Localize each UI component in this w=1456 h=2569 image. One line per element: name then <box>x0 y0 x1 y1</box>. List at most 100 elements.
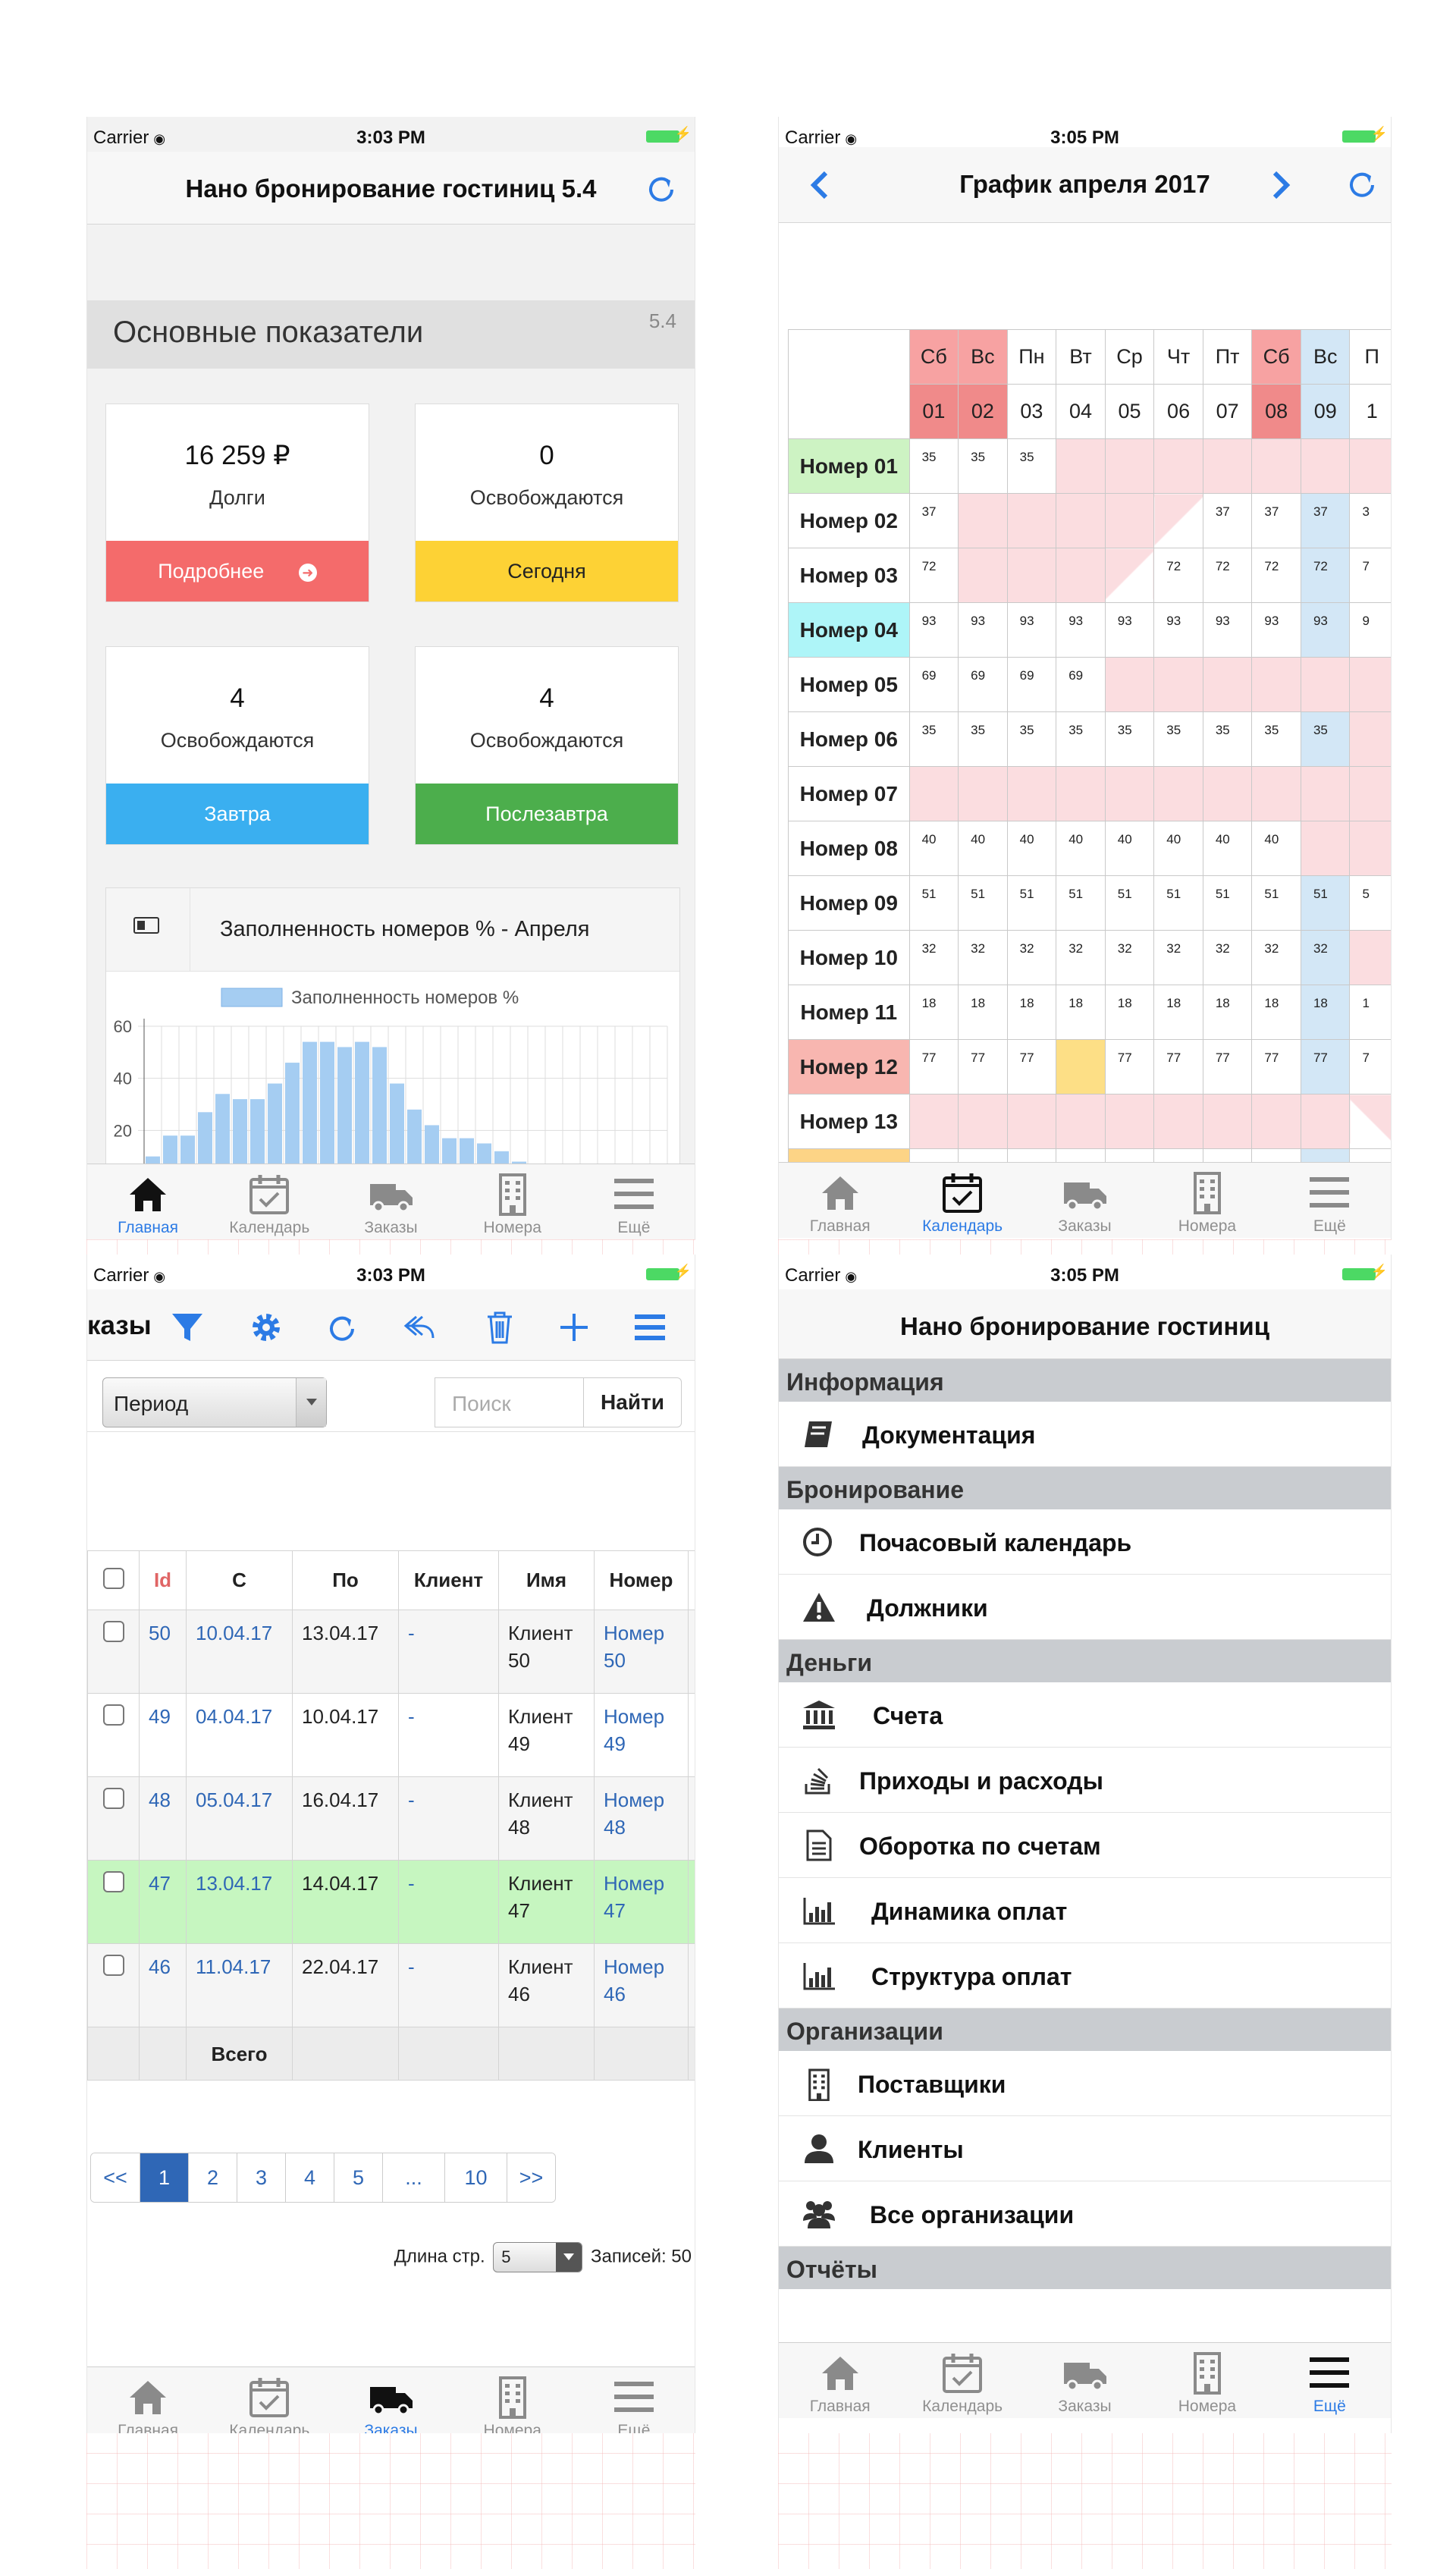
next-month-icon[interactable] <box>1266 170 1296 200</box>
booking-cell[interactable] <box>1349 438 1391 494</box>
column-header-to[interactable]: По <box>292 1550 399 1610</box>
menu-item[interactable]: Динамика оплат <box>779 1878 1391 1943</box>
booking-cell[interactable]: 35 <box>1300 711 1351 767</box>
after-tomorrow-button[interactable]: Послезавтра <box>416 784 678 844</box>
tab-calendar[interactable]: Календарь <box>209 1164 330 1239</box>
room-label[interactable]: Номер 09 <box>788 875 910 931</box>
gear-icon[interactable] <box>248 1309 284 1346</box>
menu-item[interactable]: Счета <box>779 1682 1391 1748</box>
booking-cell[interactable]: 77 <box>958 1039 1008 1094</box>
room-label[interactable]: Номер 10 <box>788 930 910 985</box>
room-link[interactable]: Номер 46 <box>594 1943 689 2027</box>
booking-cell[interactable]: 51 <box>1202 875 1253 931</box>
booking-cell[interactable] <box>1056 766 1106 821</box>
booking-cell[interactable]: 18 <box>1104 985 1155 1040</box>
booking-cell[interactable]: 93 <box>908 602 959 658</box>
menu-item[interactable]: Клиенты <box>779 2116 1391 2181</box>
booking-cell[interactable] <box>1104 766 1155 821</box>
room-label[interactable]: Номер 01 <box>788 438 910 494</box>
find-button[interactable]: Найти <box>583 1377 682 1427</box>
booking-cell[interactable] <box>1349 711 1391 767</box>
booking-cell[interactable]: 51 <box>1300 875 1351 931</box>
booking-cell[interactable]: 72 <box>1251 548 1301 603</box>
booking-cell[interactable] <box>1300 657 1351 712</box>
booking-cell[interactable]: 40 <box>1153 821 1203 876</box>
page-button[interactable]: 2 <box>188 2153 237 2202</box>
booking-cell[interactable] <box>1202 1094 1253 1149</box>
booking-cell[interactable]: 51 <box>1104 875 1155 931</box>
booking-cell[interactable] <box>1104 493 1155 548</box>
booking-cell[interactable]: 18 <box>1056 985 1106 1040</box>
booking-cell[interactable]: 51 <box>1056 875 1106 931</box>
tab-home[interactable]: Главная <box>87 2367 209 2433</box>
booking-cell[interactable] <box>1300 438 1351 494</box>
booking-cell[interactable] <box>1202 657 1253 712</box>
booking-cell[interactable] <box>1251 438 1301 494</box>
date-from-link[interactable]: 05.04.17 <box>186 1776 293 1861</box>
booking-cell[interactable]: 93 <box>1251 602 1301 658</box>
select-all-checkbox[interactable] <box>102 1568 124 1589</box>
booking-cell[interactable] <box>1006 1094 1057 1149</box>
add-icon[interactable] <box>556 1309 592 1346</box>
tab-home[interactable]: Главная <box>779 2343 901 2418</box>
menu-icon[interactable] <box>632 1309 668 1346</box>
refresh-icon[interactable] <box>324 1309 360 1346</box>
booking-cell[interactable] <box>1202 438 1253 494</box>
booking-cell[interactable]: 69 <box>958 657 1008 712</box>
booking-cell[interactable]: 40 <box>1056 821 1106 876</box>
booking-cell[interactable]: 32 <box>1056 930 1106 985</box>
date-from-link[interactable]: 04.04.17 <box>186 1693 293 1777</box>
booking-cell[interactable] <box>908 766 959 821</box>
booking-cell[interactable]: 35 <box>1251 711 1301 767</box>
room-label[interactable]: Номер 13 <box>788 1094 910 1149</box>
date-from-link[interactable]: 13.04.17 <box>186 1860 293 1944</box>
menu-item[interactable]: Структура оплат <box>779 1943 1391 2008</box>
order-id-link[interactable]: 49 <box>139 1693 187 1777</box>
booking-cell[interactable]: 35 <box>958 711 1008 767</box>
order-id-link[interactable]: 47 <box>139 1860 187 1944</box>
row-checkbox[interactable] <box>102 1621 124 1642</box>
booking-cell[interactable]: 51 <box>908 875 959 931</box>
booking-cell[interactable] <box>1056 438 1106 494</box>
booking-cell[interactable] <box>1202 766 1253 821</box>
booking-cell[interactable]: 93 <box>1202 602 1253 658</box>
booking-cell[interactable]: 93 <box>1056 602 1106 658</box>
undo-icon[interactable] <box>401 1309 438 1346</box>
menu-item[interactable]: Оборотка по счетам <box>779 1813 1391 1878</box>
date-from-link[interactable]: 11.04.17 <box>186 1943 293 2027</box>
booking-cell[interactable]: 32 <box>908 930 959 985</box>
booking-cell[interactable] <box>1300 821 1351 876</box>
booking-cell[interactable] <box>1349 930 1391 985</box>
booking-cell[interactable]: 93 <box>958 602 1008 658</box>
booking-cell[interactable] <box>958 1094 1008 1149</box>
page-button[interactable]: 1 <box>140 2153 188 2202</box>
tab-calendar[interactable]: Календарь <box>209 2367 330 2433</box>
refresh-icon[interactable] <box>643 170 679 206</box>
booking-cell[interactable]: 35 <box>958 438 1008 494</box>
tab-home[interactable]: Главная <box>87 1164 209 1239</box>
booking-cell[interactable]: 77 <box>908 1039 959 1094</box>
booking-cell[interactable] <box>1153 438 1203 494</box>
booking-cell[interactable]: 32 <box>1006 930 1057 985</box>
booking-cell[interactable]: 35 <box>1104 711 1155 767</box>
menu-item[interactable]: Приходы и расходы <box>779 1748 1391 1813</box>
booking-cell[interactable]: 35 <box>1006 438 1057 494</box>
column-header-client[interactable]: Клиент <box>398 1550 499 1610</box>
booking-cell[interactable] <box>1056 493 1106 548</box>
tab-menu[interactable]: Ещё <box>573 2367 695 2433</box>
order-id-link[interactable]: 48 <box>139 1776 187 1861</box>
booking-cell[interactable]: 72 <box>908 548 959 603</box>
tab-calendar[interactable]: Календарь <box>901 1163 1023 1238</box>
room-label[interactable]: Номер 04 <box>788 602 910 658</box>
tab-menu[interactable]: Ещё <box>1269 2343 1391 2418</box>
page-button[interactable]: >> <box>507 2153 555 2202</box>
details-button[interactable]: Подробнее ➜ <box>106 541 369 601</box>
client-link[interactable]: - <box>398 1860 499 1944</box>
page-length-select[interactable]: 5 <box>493 2242 583 2272</box>
booking-cell[interactable]: 18 <box>908 985 959 1040</box>
booking-cell[interactable]: 77 <box>1300 1039 1351 1094</box>
booking-cell[interactable]: 72 <box>1300 548 1351 603</box>
booking-cell[interactable]: 18 <box>1006 985 1057 1040</box>
booking-cell[interactable]: 77 <box>1251 1039 1301 1094</box>
tomorrow-button[interactable]: Завтра <box>106 784 369 844</box>
